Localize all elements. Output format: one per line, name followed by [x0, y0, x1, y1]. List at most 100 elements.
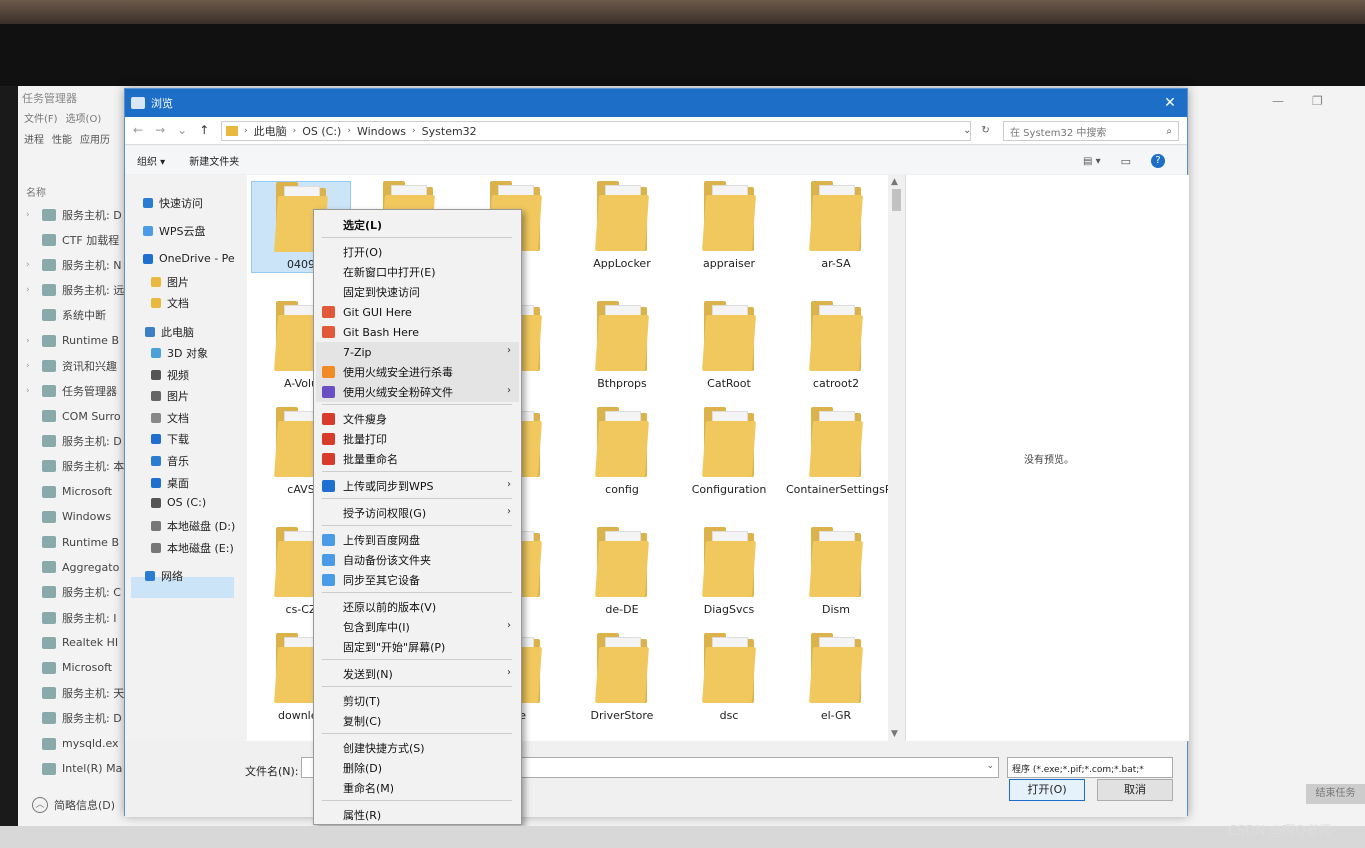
context-menu-item[interactable]: 上传或同步到WPS › [316, 476, 519, 496]
nav-item[interactable]: 此电脑 [145, 324, 194, 340]
process-row[interactable]: 服务主机: D [26, 429, 126, 454]
minimize-icon[interactable]: — [1272, 94, 1284, 108]
scrollbar-thumb[interactable] [892, 189, 901, 211]
vertical-scrollbar[interactable]: ▲ ▼ [888, 175, 905, 741]
folder-item[interactable]: Dism [786, 527, 886, 617]
context-menu-item[interactable]: 授予访问权限(G) › [316, 503, 519, 523]
context-menu-item[interactable]: 包含到库中(I) › [316, 617, 519, 637]
process-row[interactable]: CTF 加载程 [26, 227, 126, 252]
context-menu-item[interactable]: 选定(L) [316, 215, 519, 235]
context-menu-item[interactable]: 同步至其它设备 [316, 570, 519, 590]
folder-item[interactable]: de-DE [572, 527, 672, 617]
context-menu-item[interactable]: 7-Zip › [316, 342, 519, 362]
view-options-icon[interactable]: ▤ ▾ [1083, 156, 1101, 167]
process-row[interactable]: COM Surro [26, 404, 126, 429]
up-arrow-icon[interactable]: ↑ [199, 123, 209, 137]
refresh-icon[interactable]: ↻ [981, 125, 989, 136]
folder-item[interactable]: Bthprops [572, 301, 672, 391]
help-icon[interactable]: ? [1151, 154, 1166, 168]
maximize-icon[interactable]: ❐ [1312, 94, 1323, 108]
nav-item[interactable]: 网络 [145, 568, 183, 584]
context-menu-item[interactable]: 在新窗口中打开(E) [316, 262, 519, 282]
folder-item[interactable]: appraiser [679, 181, 779, 271]
folder-item[interactable]: ar-SA [786, 181, 886, 271]
task-manager-window-buttons[interactable]: — ❐ [1272, 94, 1323, 108]
tab-performance[interactable]: 性能 [52, 131, 72, 146]
expand-chevron-icon[interactable]: › [26, 361, 36, 371]
nav-item[interactable]: 音乐 [151, 453, 189, 469]
chevron-down-icon[interactable]: ⌄ [986, 761, 994, 771]
folder-item[interactable]: dsc [679, 633, 779, 723]
search-input[interactable]: 在 System32 中搜索 ⌕ [1003, 121, 1179, 141]
context-menu-item[interactable]: 文件瘦身 [316, 409, 519, 429]
context-menu-item[interactable]: 使用火绒安全进行杀毒 [316, 362, 519, 382]
breadcrumb-item[interactable]: 此电脑 [254, 123, 287, 139]
scroll-up-icon[interactable]: ▲ [891, 177, 898, 187]
recent-chevron-icon[interactable]: ⌄ [177, 123, 187, 137]
context-menu-item[interactable]: 删除(D) [316, 758, 519, 778]
folder-item[interactable]: catroot2 [786, 301, 886, 391]
expand-chevron-icon[interactable]: › [26, 386, 36, 396]
nav-item[interactable]: 桌面 [151, 475, 189, 491]
close-icon[interactable]: ✕ [1153, 95, 1187, 111]
nav-item[interactable]: WPS云盘 [143, 223, 206, 239]
nav-item[interactable]: OS (C:) [151, 496, 206, 509]
process-row[interactable]: 服务主机: D [26, 706, 126, 731]
process-row[interactable]: Intel(R) Ma [26, 756, 126, 781]
tab-app-history[interactable]: 应用历 [80, 131, 110, 146]
context-menu-item[interactable]: 打开(O) [316, 242, 519, 262]
nav-item[interactable]: 文档 [151, 295, 189, 311]
nav-item[interactable]: 文档 [151, 410, 189, 426]
context-menu-item[interactable]: 使用火绒安全粉碎文件 › [316, 382, 519, 402]
context-menu-item[interactable]: 固定到快速访问 [316, 282, 519, 302]
fewer-details-button[interactable]: ︿ 简略信息(D) [32, 797, 115, 813]
nav-item[interactable]: 本地磁盘 (D:) [151, 518, 235, 534]
forward-arrow-icon[interactable]: → [155, 123, 165, 137]
process-row[interactable]: › 任务管理器 [26, 378, 126, 403]
process-row[interactable]: Realtek HI [26, 630, 126, 655]
end-task-button[interactable]: 结束任务 [1306, 784, 1365, 804]
folder-item[interactable]: DriverStore [572, 633, 672, 723]
breadcrumb[interactable]: › 此电脑 › OS (C:) › Windows › System32 [221, 121, 971, 141]
folder-item[interactable]: Configuration [679, 407, 779, 497]
process-row[interactable]: Windows [26, 504, 126, 529]
context-menu-item[interactable]: 批量打印 [316, 429, 519, 449]
chevron-right-icon[interactable]: › [293, 126, 297, 136]
expand-chevron-icon[interactable]: › [26, 260, 36, 270]
process-row[interactable]: 服务主机: C [26, 580, 126, 605]
context-menu-item[interactable]: 重命名(M) [316, 778, 519, 798]
context-menu-item[interactable]: 属性(R) [316, 805, 519, 825]
file-type-select[interactable]: 程序 (*.exe;*.pif;*.com;*.bat;* [1007, 757, 1173, 778]
back-arrow-icon[interactable]: ← [133, 123, 143, 137]
open-button[interactable]: 打开(O) [1009, 779, 1085, 801]
process-row[interactable]: › 服务主机: D [26, 202, 126, 227]
process-row[interactable]: › 服务主机: N [26, 252, 126, 277]
nav-item[interactable]: 快速访问 [143, 195, 203, 211]
nav-item[interactable]: 本地磁盘 (E:) [151, 540, 234, 556]
chevron-right-icon[interactable]: › [244, 126, 248, 136]
expand-chevron-icon[interactable]: › [26, 210, 36, 220]
process-row[interactable]: Runtime B [26, 529, 126, 554]
context-menu-item[interactable]: 还原以前的版本(V) [316, 597, 519, 617]
cancel-button[interactable]: 取消 [1097, 779, 1173, 801]
new-folder-button[interactable]: 新建文件夹 [189, 153, 239, 168]
nav-item[interactable]: 图片 [151, 274, 189, 290]
menu-file[interactable]: 文件(F) [24, 110, 58, 125]
context-menu-item[interactable]: Git GUI Here [316, 302, 519, 322]
process-row[interactable]: 服务主机: 天 [26, 681, 126, 706]
process-row[interactable]: › 资讯和兴趣 [26, 353, 126, 378]
folder-item[interactable]: AppLocker [572, 181, 672, 271]
tab-processes[interactable]: 进程 [24, 131, 44, 146]
menu-options[interactable]: 选项(O) [66, 110, 102, 125]
scroll-down-icon[interactable]: ▼ [891, 729, 898, 739]
expand-chevron-icon[interactable]: › [26, 285, 36, 295]
process-row[interactable]: 服务主机: I [26, 605, 126, 630]
process-row[interactable]: › 服务主机: 远 [26, 278, 126, 303]
context-menu-item[interactable]: 批量重命名 [316, 449, 519, 469]
folder-item[interactable]: DiagSvcs [679, 527, 779, 617]
expand-chevron-icon[interactable]: › [26, 336, 36, 346]
context-menu-item[interactable]: 发送到(N) › [316, 664, 519, 684]
chevron-right-icon[interactable]: › [347, 126, 351, 136]
search-icon[interactable]: ⌕ [1166, 126, 1172, 137]
folder-item[interactable]: config [572, 407, 672, 497]
